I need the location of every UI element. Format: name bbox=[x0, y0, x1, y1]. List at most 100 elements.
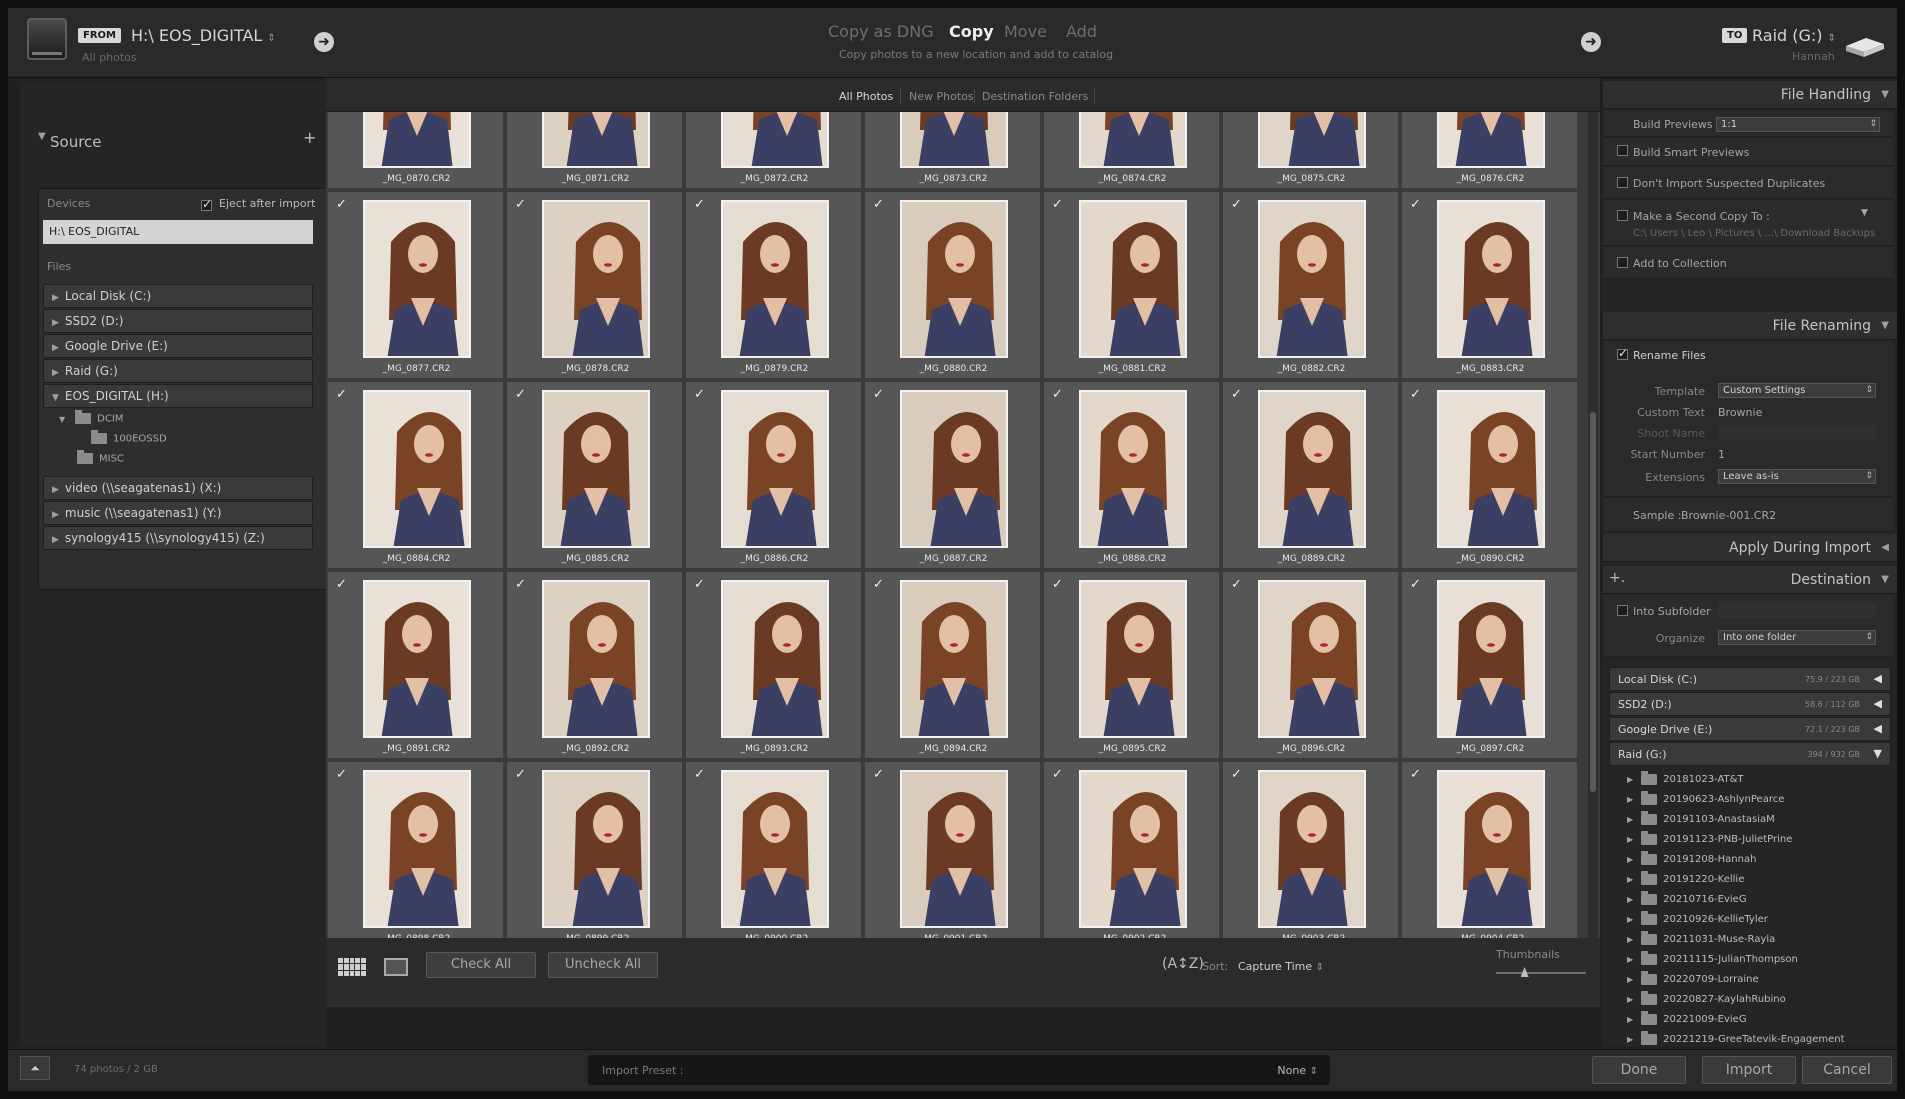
file-handling-header[interactable]: File Handling ▼ bbox=[1603, 81, 1897, 109]
subfolder-name-input[interactable] bbox=[1718, 603, 1876, 618]
destination-folder[interactable]: ▶ 20211115-JulianThompson bbox=[1627, 950, 1887, 970]
apply-during-import-header[interactable]: Apply During Import ◀ bbox=[1603, 534, 1897, 562]
mode-copy-as-dng[interactable]: Copy as DNG bbox=[828, 22, 934, 41]
include-checkbox[interactable]: ✓ bbox=[694, 388, 705, 401]
photo-thumbnail[interactable]: ✓_MG_0903.CR2 bbox=[1223, 762, 1400, 938]
include-checkbox[interactable]: ✓ bbox=[515, 578, 526, 591]
add-collection-checkbox[interactable] bbox=[1617, 257, 1628, 268]
destination-volume[interactable]: Google Drive (E:) 72.1 / 223 GB ◀ bbox=[1609, 717, 1891, 741]
photo-thumbnail[interactable]: ✓_MG_0899.CR2 bbox=[507, 762, 684, 938]
custom-text-input[interactable]: Brownie bbox=[1718, 406, 1762, 419]
sort-selector[interactable]: Capture Time ⇕ bbox=[1238, 960, 1324, 973]
destination-folder[interactable]: ▶ 20191220-Kellie bbox=[1627, 870, 1887, 890]
destination-folder[interactable]: ▶ 20191103-AnastasiaM bbox=[1627, 810, 1887, 830]
photo-thumbnail[interactable]: _MG_0871.CR2 bbox=[507, 112, 684, 190]
file-renaming-header[interactable]: File Renaming ▼ bbox=[1603, 312, 1897, 340]
destination-folder[interactable]: ▶ 20190623-AshlynPearce bbox=[1627, 790, 1887, 810]
photo-thumbnail[interactable]: ✓ _MG_0885.CR2 bbox=[507, 382, 684, 570]
photo-thumbnail[interactable]: ✓_MG_0902.CR2 bbox=[1044, 762, 1221, 938]
grid-scrollbar[interactable] bbox=[1588, 112, 1598, 938]
import-button[interactable]: Import bbox=[1702, 1056, 1796, 1084]
mode-copy[interactable]: Copy bbox=[949, 22, 994, 41]
destination-volume[interactable]: Raid (G:) 394 / 932 GB ▼ bbox=[1609, 742, 1891, 766]
destination-folder[interactable]: ▶ 20210926-KellieTyler bbox=[1627, 910, 1887, 930]
shoot-name-input[interactable] bbox=[1718, 425, 1876, 440]
slider-knob[interactable] bbox=[1520, 967, 1529, 977]
destination-folder[interactable]: ▶ 20220827-KaylahRubino bbox=[1627, 990, 1887, 1010]
photo-thumbnail[interactable]: _MG_0872.CR2 bbox=[686, 112, 863, 190]
tab-destination-folders[interactable]: Destination Folders bbox=[982, 90, 1088, 103]
extensions-select[interactable]: Leave as-is bbox=[1718, 469, 1876, 484]
compact-mode-button[interactable]: ⏶ bbox=[20, 1056, 50, 1080]
photo-thumbnail[interactable]: ✓ _MG_0884.CR2 bbox=[328, 382, 505, 570]
volume-raid[interactable]: ▶ Raid (G:) bbox=[43, 359, 313, 383]
include-checkbox[interactable]: ✓ bbox=[1231, 388, 1242, 401]
photo-thumbnail[interactable]: _MG_0875.CR2 bbox=[1223, 112, 1400, 190]
include-checkbox[interactable]: ✓ bbox=[336, 388, 347, 401]
photo-thumbnail[interactable]: ✓_MG_0901.CR2 bbox=[865, 762, 1042, 938]
include-checkbox[interactable]: ✓ bbox=[1052, 768, 1063, 781]
volume-music-nas[interactable]: ▶ music (\\seagatenas1) (Y:) bbox=[43, 501, 313, 525]
volume-local-disk[interactable]: ▶ Local Disk (C:) bbox=[43, 284, 313, 308]
start-number-input[interactable]: 1 bbox=[1718, 448, 1725, 461]
include-checkbox[interactable]: ✓ bbox=[1231, 198, 1242, 211]
volume-google-drive[interactable]: ▶ Google Drive (E:) bbox=[43, 334, 313, 358]
folder-dcim[interactable]: ▼ DCIM bbox=[59, 410, 123, 425]
photo-thumbnail[interactable]: ✓ _MG_0894.CR2 bbox=[865, 572, 1042, 760]
photo-thumbnail[interactable]: ✓ _MG_0896.CR2 bbox=[1223, 572, 1400, 760]
destination-folder[interactable]: ▶ 20211031-Muse-Rayla bbox=[1627, 930, 1887, 950]
include-checkbox[interactable]: ✓ bbox=[336, 768, 347, 781]
photo-thumbnail[interactable]: ✓ _MG_0880.CR2 bbox=[865, 192, 1042, 380]
source-header[interactable]: ▼ Source + bbox=[20, 81, 326, 171]
include-checkbox[interactable]: ✓ bbox=[694, 768, 705, 781]
cancel-button[interactable]: Cancel bbox=[1802, 1056, 1892, 1084]
photo-thumbnail[interactable]: ✓ _MG_0886.CR2 bbox=[686, 382, 863, 570]
include-checkbox[interactable]: ✓ bbox=[515, 198, 526, 211]
mode-add[interactable]: Add bbox=[1066, 22, 1097, 41]
destination-volume[interactable]: SSD2 (D:) 58.6 / 112 GB ◀ bbox=[1609, 692, 1891, 716]
photo-thumbnail[interactable]: ✓ _MG_0879.CR2 bbox=[686, 192, 863, 380]
thumbnail-size-slider[interactable] bbox=[1496, 967, 1586, 977]
include-checkbox[interactable]: ✓ bbox=[1231, 768, 1242, 781]
second-copy-checkbox[interactable] bbox=[1617, 210, 1628, 221]
photo-thumbnail[interactable]: ✓ _MG_0891.CR2 bbox=[328, 572, 505, 760]
include-checkbox[interactable]: ✓ bbox=[336, 578, 347, 591]
include-checkbox[interactable]: ✓ bbox=[1410, 198, 1421, 211]
include-checkbox[interactable]: ✓ bbox=[873, 388, 884, 401]
volume-eos-digital[interactable]: ▼ EOS_DIGITAL (H:) bbox=[43, 384, 313, 408]
loupe-view-icon[interactable] bbox=[384, 958, 408, 976]
include-checkbox[interactable]: ✓ bbox=[694, 198, 705, 211]
folder-100eossd[interactable]: 100EOSSD bbox=[91, 430, 167, 445]
tab-new-photos[interactable]: New Photos bbox=[909, 90, 974, 103]
photo-thumbnail[interactable]: ✓_MG_0904.CR2 bbox=[1402, 762, 1579, 938]
photo-thumbnail[interactable]: ✓_MG_0898.CR2 bbox=[328, 762, 505, 938]
add-icon[interactable]: + bbox=[303, 128, 316, 147]
include-checkbox[interactable]: ✓ bbox=[515, 768, 526, 781]
include-checkbox[interactable]: ✓ bbox=[873, 768, 884, 781]
add-icon[interactable]: +. bbox=[1609, 570, 1625, 586]
include-checkbox[interactable]: ✓ bbox=[694, 578, 705, 591]
destination-folder[interactable]: ▶ 20210716-EvieG bbox=[1627, 890, 1887, 910]
include-checkbox[interactable]: ✓ bbox=[873, 578, 884, 591]
photo-thumbnail[interactable]: ✓ _MG_0887.CR2 bbox=[865, 382, 1042, 570]
import-preset-selector[interactable]: Import Preset : None ⇕ bbox=[588, 1055, 1330, 1085]
check-all-button[interactable]: Check All bbox=[426, 952, 536, 978]
grid-view-icon[interactable] bbox=[338, 958, 366, 976]
into-subfolder-checkbox[interactable] bbox=[1617, 605, 1628, 616]
include-checkbox[interactable]: ✓ bbox=[1231, 578, 1242, 591]
destination-header[interactable]: +. Destination ▼ bbox=[1603, 566, 1897, 594]
volume-synology[interactable]: ▶ synology415 (\\synology415) (Z:) bbox=[43, 526, 313, 550]
template-select[interactable]: Custom Settings bbox=[1718, 383, 1876, 398]
photo-thumbnail[interactable]: ✓ _MG_0878.CR2 bbox=[507, 192, 684, 380]
destination-folder[interactable]: ▶ 20221009-EvieG bbox=[1627, 1010, 1887, 1030]
photo-thumbnail[interactable]: ✓ _MG_0877.CR2 bbox=[328, 192, 505, 380]
done-button[interactable]: Done bbox=[1592, 1056, 1686, 1084]
destination-volume[interactable]: Local Disk (C:) 75.9 / 223 GB ◀ bbox=[1609, 667, 1891, 691]
folder-misc[interactable]: MISC bbox=[77, 450, 124, 465]
photo-thumbnail[interactable]: _MG_0870.CR2 bbox=[328, 112, 505, 190]
include-checkbox[interactable]: ✓ bbox=[336, 198, 347, 211]
photo-thumbnail[interactable]: ✓ _MG_0890.CR2 bbox=[1402, 382, 1579, 570]
include-checkbox[interactable]: ✓ bbox=[1052, 578, 1063, 591]
photo-thumbnail[interactable]: _MG_0876.CR2 bbox=[1402, 112, 1579, 190]
organize-select[interactable]: Into one folder bbox=[1718, 630, 1876, 645]
